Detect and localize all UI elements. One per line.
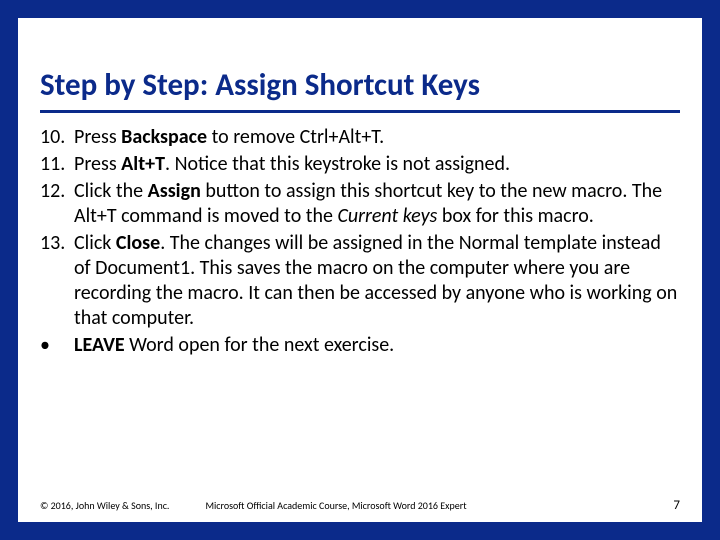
- list-item: 12.Click the Assign button to assign thi…: [40, 179, 680, 229]
- list-body: Click the Assign button to assign this s…: [74, 179, 680, 229]
- list-body: Click Close. The changes will be assigne…: [74, 231, 680, 331]
- list-marker: •: [40, 333, 74, 358]
- list-body: Press Alt+T. Notice that this keystroke …: [74, 152, 680, 177]
- list-marker: 10.: [40, 125, 74, 150]
- slide: Step by Step: Assign Shortcut Keys 10.Pr…: [0, 0, 720, 540]
- list-marker: 12.: [40, 179, 74, 229]
- list-marker: 13.: [40, 231, 74, 331]
- step-list: 10.Press Backspace to remove Ctrl+Alt+T.…: [40, 125, 680, 358]
- footer-page-number: 7: [673, 498, 680, 513]
- list-item: •LEAVE Word open for the next exercise.: [40, 333, 680, 358]
- footer-copyright: © 2016, John Wiley & Sons, Inc.: [40, 499, 169, 512]
- slide-title: Step by Step: Assign Shortcut Keys: [40, 68, 680, 113]
- list-body: Press Backspace to remove Ctrl+Alt+T.: [74, 125, 680, 150]
- list-item: 10.Press Backspace to remove Ctrl+Alt+T.: [40, 125, 680, 150]
- footer: © 2016, John Wiley & Sons, Inc. Microsof…: [40, 498, 680, 513]
- list-marker: 11.: [40, 152, 74, 177]
- list-item: 11.Press Alt+T. Notice that this keystro…: [40, 152, 680, 177]
- list-item: 13.Click Close. The changes will be assi…: [40, 231, 680, 331]
- list-body: LEAVE Word open for the next exercise.: [74, 333, 680, 358]
- footer-course: Microsoft Official Academic Course, Micr…: [205, 499, 673, 512]
